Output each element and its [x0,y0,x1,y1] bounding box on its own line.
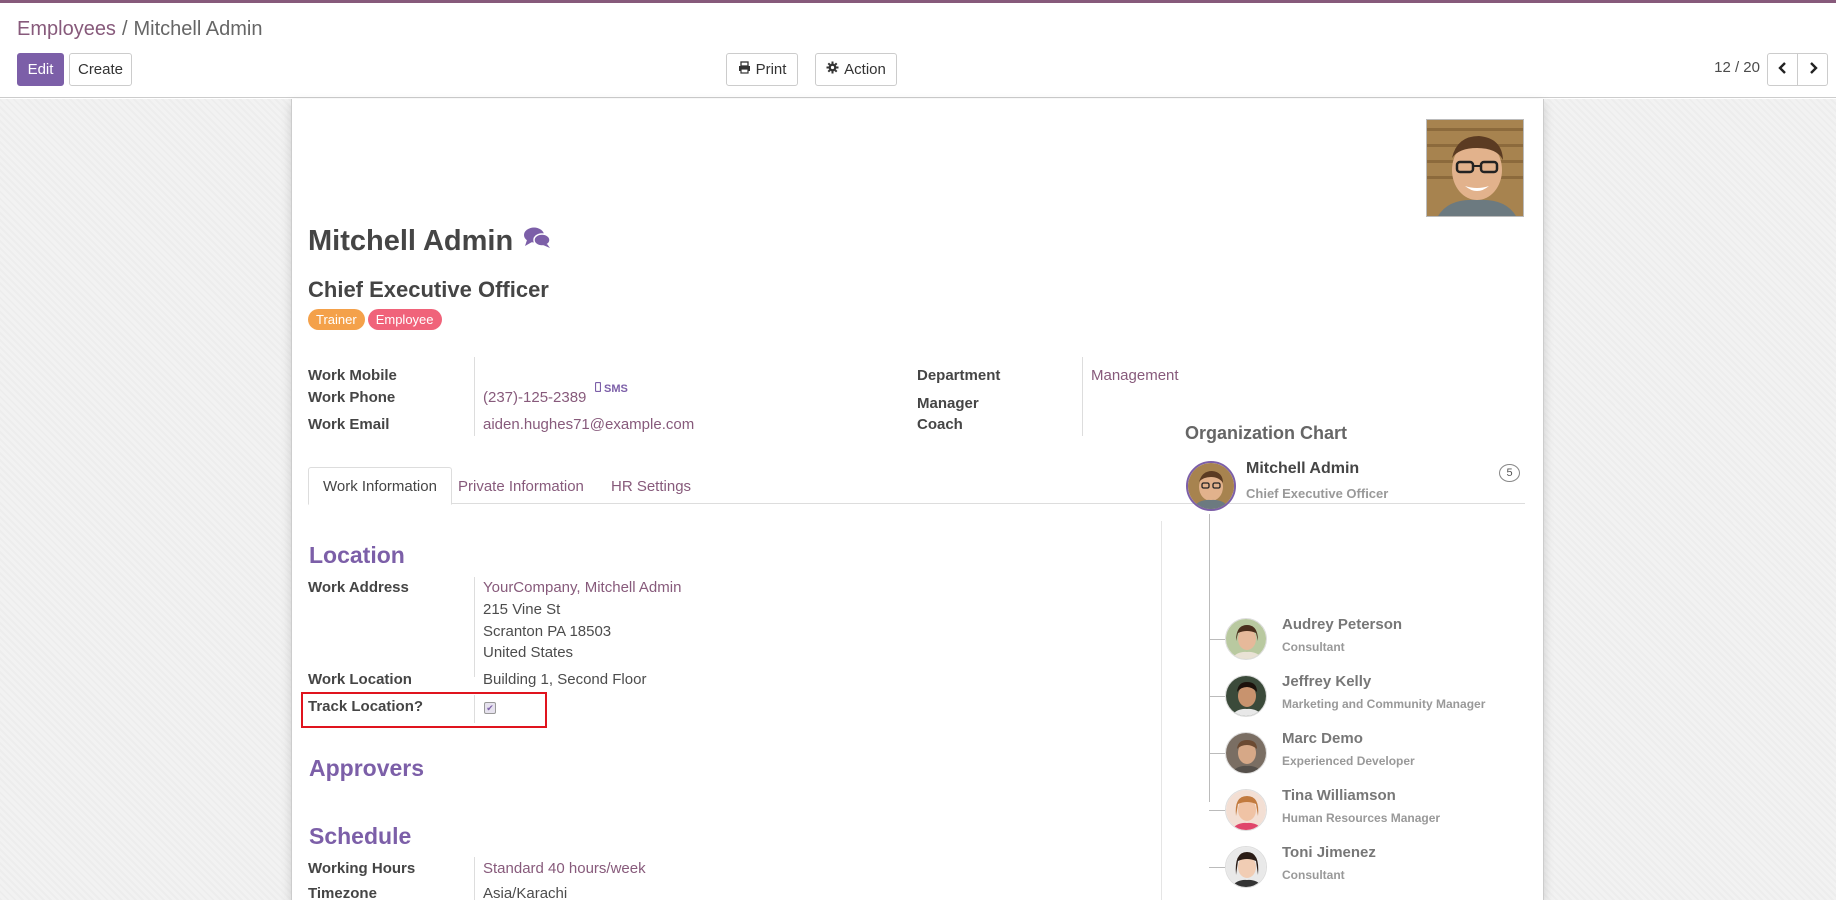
employee-photo[interactable] [1426,119,1524,217]
org-chart-branch [1209,696,1225,697]
avatar[interactable] [1225,732,1267,774]
approvers-section-title: Approvers [309,755,425,781]
contact-divider [474,357,475,436]
org-chart-branch [1209,810,1225,811]
org-chart-employee-name[interactable]: Marc Demo [1282,730,1363,747]
work-location-value: Building 1, Second Floor [483,671,647,688]
print-button[interactable]: Print [726,53,798,86]
address-city: Scranton PA 18503 [483,623,612,640]
org-chart-branch [1209,639,1225,640]
breadcrumb-current: Mitchell Admin [133,18,263,40]
breadcrumb-separator: / [121,18,128,40]
org-chart-employee-name[interactable]: Jeffrey Kelly [1282,673,1371,690]
employee-name-text: Mitchell Admin [308,225,514,257]
org-chart-employee[interactable]: Audrey Peterson Consultant [1209,613,1539,668]
tag-employee[interactable]: Employee [367,309,442,330]
tab-private-information[interactable]: Private Information [444,467,598,505]
avatar[interactable] [1225,846,1267,888]
org-chart-employee-name[interactable]: Audrey Peterson [1282,616,1402,633]
control-panel: Employees / Mitchell Admin Edit Create Pri… [0,3,1836,98]
work-mobile-label: Work Mobile [308,367,397,384]
org-chart-employee-role: Experienced Developer [1282,754,1415,768]
breadcrumb-employees-link[interactable]: Employees [17,18,116,40]
department-label: Department [917,367,1001,384]
breadcrumb: Employees / Mitchell Admin [17,18,262,41]
address-street: 215 Vine St [483,601,561,618]
org-chart-employee[interactable]: Toni Jimenez Consultant [1209,841,1539,896]
location-section-title: Location [309,542,405,568]
action-label: Action [844,61,886,78]
avatar[interactable] [1225,675,1267,717]
gear-icon [826,61,839,78]
work-phone-label: Work Phone [308,389,396,406]
tab-work-information[interactable]: Work Information [308,467,452,505]
sms-button[interactable]: SMS [594,381,628,395]
mobile-phone-icon [594,381,602,395]
print-icon [738,61,751,78]
work-email-label: Work Email [308,416,390,433]
working-hours-value[interactable]: Standard 40 hours/week [483,860,646,877]
edit-button[interactable]: Edit [17,53,64,86]
pager-value[interactable]: 12 / 20 [1714,59,1760,76]
work-address-label: Work Address [308,579,409,596]
org-chart-branch [1209,753,1225,754]
sms-label: SMS [604,382,628,395]
coach-label: Coach [917,416,963,433]
org-chart-employee[interactable]: Marc Demo Experienced Developer [1209,727,1539,782]
org-chart-employee-role: Consultant [1282,868,1345,882]
address-divider [474,577,475,677]
department-divider [1082,357,1083,436]
employee-name: Mitchell Admin [308,225,551,258]
avatar[interactable] [1225,789,1267,831]
address-country: United States [483,644,574,661]
avatar[interactable] [1186,461,1236,511]
chevron-left-icon [1777,61,1788,78]
schedule-divider [474,857,475,900]
org-chart-employee[interactable]: Tina Williamson Human Resources Manager [1209,784,1539,839]
pager-next-button[interactable] [1797,53,1828,86]
tag-trainer[interactable]: Trainer [308,309,365,330]
org-chart-employee-name[interactable]: Toni Jimenez [1282,844,1376,861]
print-label: Print [755,61,787,78]
create-button[interactable]: Create [69,53,132,86]
timezone-value[interactable]: Asia/Karachi [483,885,567,900]
address-company[interactable]: YourCompany, Mitchell Admin [483,579,681,596]
subordinate-count-badge[interactable]: 5 [1499,464,1520,482]
pager-previous-button[interactable] [1767,53,1798,86]
org-chart-main-name[interactable]: Mitchell Admin [1246,460,1359,478]
org-chart-branch [1209,867,1225,868]
department-value[interactable]: Management [1091,367,1179,384]
org-chart-employee-role: Human Resources Manager [1282,811,1441,825]
org-chart-title: Organization Chart [1185,423,1348,443]
work-location-label: Work Location [308,671,412,688]
working-hours-label: Working Hours [308,860,416,877]
schedule-section-title: Schedule [309,823,412,849]
tab-hr-settings[interactable]: HR Settings [597,467,705,505]
org-chart-column-divider [1161,521,1162,900]
chevron-right-icon [1808,61,1818,78]
org-chart-employee-role: Consultant [1282,640,1345,654]
work-phone-value[interactable]: (237)-125-2389 [483,389,586,406]
avatar[interactable] [1225,618,1267,660]
highlight-box [301,692,547,728]
org-chart-main-role: Chief Executive Officer [1246,486,1389,501]
org-chart-employee-name[interactable]: Tina Williamson [1282,787,1396,804]
work-email-value[interactable]: aiden.hughes71@example.com [483,416,694,433]
action-button[interactable]: Action [815,53,897,86]
chat-bubbles-icon[interactable] [523,225,551,258]
manager-label: Manager [917,395,979,412]
job-title: Chief Executive Officer [308,277,549,302]
employee-tags: Trainer Employee [308,309,442,330]
org-chart-employee[interactable]: Jeffrey Kelly Marketing and Community Ma… [1209,670,1539,725]
org-chart-employee-role: Marketing and Community Manager [1282,697,1486,711]
timezone-label: Timezone [308,885,377,900]
